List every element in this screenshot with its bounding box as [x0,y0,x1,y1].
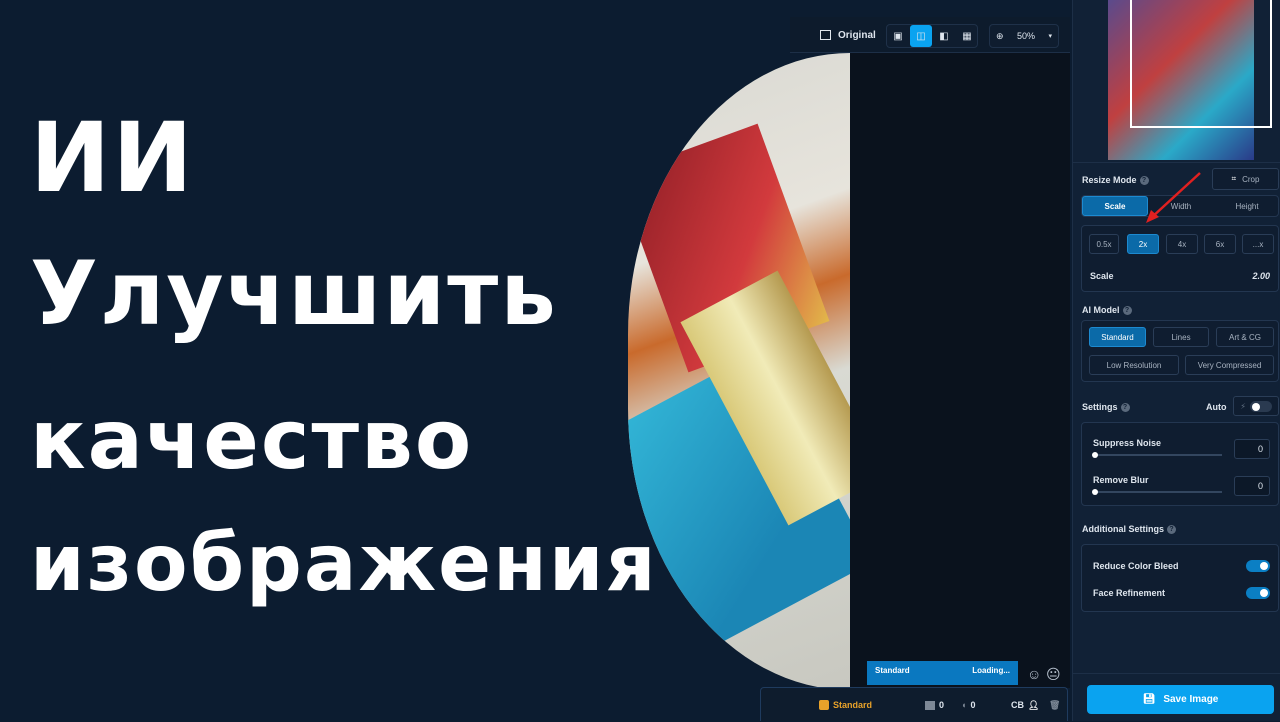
zoom-select[interactable]: ⊕ 50% ▾ [989,24,1059,48]
scale-box: 0.5x 2x 4x 6x ...x Scale 2.00 [1081,225,1279,292]
user-initials: CB [1011,700,1024,710]
scale-4x[interactable]: 4x [1166,234,1198,254]
red-arrow-annotation [1146,172,1201,223]
model-low-resolution[interactable]: Low Resolution [1089,355,1179,375]
audio-count-value: 0 [970,700,976,710]
original-button[interactable]: Original [820,17,876,53]
user-area[interactable]: CB 👤︎ [1011,688,1039,722]
original-label: Original [838,29,876,41]
model-indicator[interactable]: Standard [819,688,872,722]
image-icon [820,30,831,40]
remove-blur-label: Remove Blur [1093,475,1149,485]
image-icon [925,700,935,710]
tab-height[interactable]: Height [1214,196,1280,216]
thumbnail-preview[interactable] [1108,0,1272,160]
model-art-cg[interactable]: Art & CG [1216,327,1274,347]
help-icon: ? [1120,403,1130,413]
tab-scale[interactable]: Scale [1082,196,1148,216]
side-by-side-icon[interactable]: ◧ [933,25,955,47]
ai-model-label: AI Model? [1082,305,1132,316]
scale-custom[interactable]: ...x [1242,234,1274,254]
scale-value: 2.00 [1252,271,1270,281]
model-icon [819,700,829,710]
face-refinement-label: Face Refinement [1093,588,1166,598]
scale-0-5x[interactable]: 0.5x [1089,234,1119,254]
smile-icon[interactable]: ☺ [1027,666,1041,682]
help-icon: ? [1122,306,1132,316]
lightning-icon: ⚡︎ [1240,401,1246,411]
headline-line-2: Улучшить [30,242,558,345]
reduce-color-bleed-toggle[interactable] [1246,560,1270,572]
view-mode-group: ▣ ◫ ◧ ▦ [886,24,978,48]
grid-view-icon[interactable]: ▦ [956,25,978,47]
images-count: 0 [925,688,944,722]
zoom-icon: ⊕ [996,30,1004,41]
model-lines[interactable]: Lines [1153,327,1209,347]
settings-label: Settings? [1082,402,1130,413]
scale-6x[interactable]: 6x [1204,234,1236,254]
status-state: Loading... [972,666,1010,675]
floppy-disk-icon: 💾︎ [1142,694,1156,705]
suppress-noise-slider[interactable] [1092,452,1222,458]
single-view-icon[interactable]: ▣ [887,25,909,47]
view-toolbar: Original ▣ ◫ ◧ ▦ ⊕ 50% ▾ [790,17,1070,53]
trash-icon[interactable]: 🗑︎ [1049,688,1060,722]
model-very-compressed[interactable]: Very Compressed [1185,355,1274,375]
model-standard[interactable]: Standard [1089,327,1146,347]
status-model: Standard [875,666,910,675]
face-refinement-toggle[interactable] [1246,587,1270,599]
suppress-noise-input[interactable]: 0 [1234,439,1270,459]
crop-icon: ⌗ [1231,174,1237,183]
split-view-icon[interactable]: ◫ [910,25,932,47]
help-icon: ? [1167,525,1176,535]
crop-button[interactable]: ⌗ Crop [1212,168,1279,190]
remove-blur-input[interactable]: 0 [1234,476,1270,496]
save-image-button[interactable]: 💾︎ Save Image [1087,685,1274,714]
neutral-face-icon[interactable]: 😐︎ [1046,666,1061,683]
scale-2x[interactable]: 2x [1127,234,1159,254]
audio-count: ◖ 0 [961,688,975,722]
resize-mode-label: Resize Mode? [1082,175,1149,186]
processing-status: Standard Loading... [867,661,1018,685]
scale-label: Scale [1090,271,1114,281]
save-label: Save Image [1163,694,1219,705]
preview-image [628,53,850,690]
suppress-noise-label: Suppress Noise [1093,438,1162,448]
headline-line-1: ИИ [30,102,195,214]
additional-settings-box: Reduce Color Bleed Face Refinement [1081,544,1279,612]
settings-panel: Resize Mode? ⌗ Crop Scale Width Height 0.… [1072,0,1280,721]
bottom-bar: Standard 0 ◖ 0 CB 👤︎ 🗑︎ [760,687,1068,721]
remove-blur-slider[interactable] [1092,489,1222,495]
ai-model-box: Standard Lines Art & CG Low Resolution V… [1081,320,1279,382]
additional-settings-label: Additional Settings? [1082,524,1176,535]
settings-box: Suppress Noise 0 Remove Blur 0 [1081,422,1279,506]
zoom-value: 50% [1017,31,1036,41]
auto-toggle[interactable] [1249,400,1272,412]
auto-toggle-button[interactable]: ⚡︎ [1233,396,1279,416]
chevron-down-icon: ▾ [1048,33,1052,40]
viewport-frame[interactable] [1130,0,1272,128]
user-icon: 👤︎ [1028,699,1040,710]
enhanced-canvas [850,53,1070,688]
auto-label: Auto [1206,402,1227,412]
model-label: Standard [833,700,873,710]
headline-line-4: изображения [30,519,658,609]
headline-line-3: качество [30,393,474,488]
images-count-value: 0 [939,700,945,710]
sound-icon: ◖ [961,700,967,710]
reduce-color-bleed-label: Reduce Color Bleed [1093,561,1179,571]
